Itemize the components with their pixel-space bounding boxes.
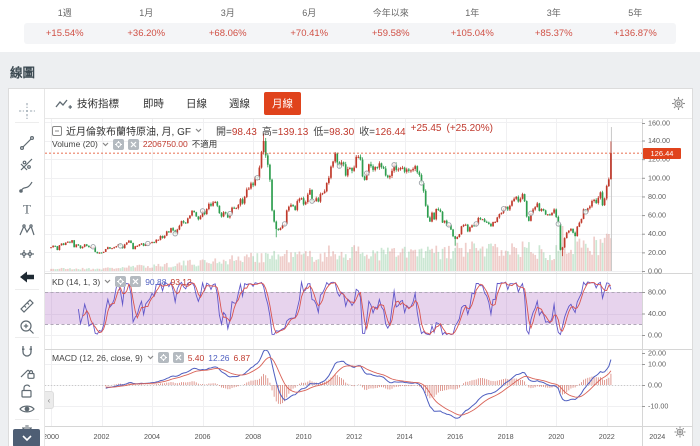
macd-line-value: 12.26 — [208, 353, 229, 363]
close-value: 126.44 — [375, 127, 406, 138]
performance-bar: 1週1月3月6月今年以來1年3年5年 +15.54%+36.20%+68.06%… — [0, 0, 700, 52]
xabcd-pattern-tool[interactable] — [18, 222, 36, 240]
macd-settings-gear-icon[interactable] — [158, 352, 169, 363]
kd-remove-x-icon[interactable] — [130, 276, 141, 287]
kd-k-value: 90.88 — [145, 277, 166, 287]
chart-toolbar: 技術指標 即時日線週線月線 — [45, 89, 692, 119]
period-return-value: +59.58% — [350, 28, 432, 39]
zoom-in-tool[interactable] — [18, 318, 36, 336]
volume-remove-x-icon[interactable] — [128, 139, 139, 150]
period-label: 1週 — [24, 6, 106, 20]
interval-button-4[interactable]: 月線 — [264, 92, 301, 115]
drawing-mode-lock-icon[interactable] — [18, 363, 36, 381]
change-value: +25.45 — [411, 123, 442, 138]
hide-drawings-eye-icon[interactable] — [18, 400, 36, 418]
period-return-value: +36.20% — [106, 28, 188, 39]
chevron-down-icon[interactable] — [195, 128, 202, 133]
toolbar-separator — [15, 337, 39, 338]
drawing-toolbar: T — [9, 89, 45, 446]
open-value: 98.43 — [232, 127, 257, 138]
high-value: 139.13 — [278, 127, 309, 138]
symbol-name[interactable]: 近月倫敦布蘭特原油, 月, GF — [66, 123, 191, 138]
arrow-marker-tool[interactable] — [18, 268, 36, 286]
text-tool[interactable]: T — [18, 200, 36, 218]
collapse-toolbar-button[interactable] — [13, 429, 40, 446]
chevron-down-icon[interactable] — [104, 279, 111, 284]
indicators-label: 技術指標 — [77, 96, 119, 111]
trend-line-tool[interactable] — [18, 134, 36, 152]
period-label: 1年 — [432, 6, 514, 20]
period-return-value: +70.41% — [269, 28, 351, 39]
sidebar-collapse-handle[interactable]: ‹ — [45, 391, 54, 409]
volume-title[interactable]: Volume (20) — [52, 139, 98, 149]
current-price-axis-tag: 126.44 — [643, 148, 681, 159]
volume-na-note: 不適用 — [192, 138, 218, 150]
volume-value: 2206750.00 — [143, 139, 188, 149]
lock-drawings-icon[interactable] — [18, 382, 36, 400]
period-label: 6月 — [269, 6, 351, 20]
gann-fibonacci-tool[interactable] — [18, 156, 36, 174]
indicators-button[interactable]: 技術指標 — [55, 96, 119, 111]
kd-legend: KD (14, 1, 3) 90.88 93.12 — [52, 276, 192, 287]
period-label: 今年以來 — [350, 6, 432, 20]
kd-d-value: 93.12 — [170, 277, 191, 287]
kd-settings-gear-icon[interactable] — [115, 276, 126, 287]
collapse-legend-icon[interactable] — [52, 126, 62, 136]
period-return-value: +105.04% — [432, 28, 514, 39]
magnet-tool[interactable] — [18, 343, 36, 361]
chevron-down-icon[interactable] — [147, 355, 154, 360]
toolbar-separator — [15, 289, 39, 290]
chart-area: 近月倫敦布蘭特原油, 月, GF 開=98.43 高=139.13 低=98.3… — [45, 119, 693, 446]
period-return-value: +68.06% — [187, 28, 269, 39]
toolbar-separator — [15, 122, 39, 123]
period-labels-row: 1週1月3月6月今年以來1年3年5年 — [24, 6, 676, 20]
low-value: 98.30 — [329, 127, 354, 138]
period-label: 3月 — [187, 6, 269, 20]
timescale-settings-gear-icon[interactable] — [674, 425, 686, 443]
volume-settings-gear-icon[interactable] — [113, 139, 124, 150]
period-return-value: +136.87% — [595, 28, 677, 39]
kd-title[interactable]: KD (14, 1, 3) — [52, 277, 100, 287]
measure-ruler-tool[interactable] — [18, 297, 36, 315]
macd-remove-x-icon[interactable] — [173, 352, 184, 363]
period-return-value: +15.54% — [24, 28, 106, 39]
volume-legend: Volume (20) 2206750.00 不適用 — [52, 138, 217, 150]
macd-title[interactable]: MACD (12, 26, close, 9) — [52, 353, 143, 363]
toolbar-separator — [15, 419, 39, 420]
period-label: 3年 — [513, 6, 595, 20]
interval-button-2[interactable]: 日線 — [178, 92, 215, 115]
change-percent: (+25.20%) — [447, 123, 493, 138]
period-values-row: +15.54%+36.20%+68.06%+70.41%+59.58%+105.… — [24, 23, 676, 44]
macd-hist-value: 5.40 — [188, 353, 205, 363]
macd-signal-value: 6.87 — [234, 353, 251, 363]
interval-buttons: 即時日線週線月線 — [135, 92, 307, 115]
page: { "periods": { "items": [ {"label":"1週",… — [0, 0, 700, 446]
ohlc-values: 開=98.43 高=139.13 低=98.30 收=126.44 +25.45… — [216, 123, 493, 138]
interval-button-3[interactable]: 週線 — [221, 92, 258, 115]
period-label: 1月 — [106, 6, 188, 20]
chevron-down-icon[interactable] — [102, 142, 109, 147]
interval-button-1[interactable]: 即時 — [135, 92, 172, 115]
chart-settings-gear-icon[interactable] — [671, 96, 686, 116]
indicator-wave-icon — [55, 97, 73, 111]
period-label: 5年 — [595, 6, 677, 20]
macd-legend: MACD (12, 26, close, 9) 5.40 12.26 6.87 — [52, 352, 250, 363]
svg-text:T: T — [23, 202, 31, 217]
symbol-legend: 近月倫敦布蘭特原油, 月, GF 開=98.43 高=139.13 低=98.3… — [52, 123, 493, 138]
crosshair-tool[interactable] — [18, 102, 36, 120]
period-return-value: +85.37% — [513, 28, 595, 39]
prediction-tool[interactable] — [18, 245, 36, 263]
brush-tool[interactable] — [18, 178, 36, 196]
section-title: 線圖 — [10, 62, 35, 81]
chart-widget: T — [8, 88, 693, 446]
